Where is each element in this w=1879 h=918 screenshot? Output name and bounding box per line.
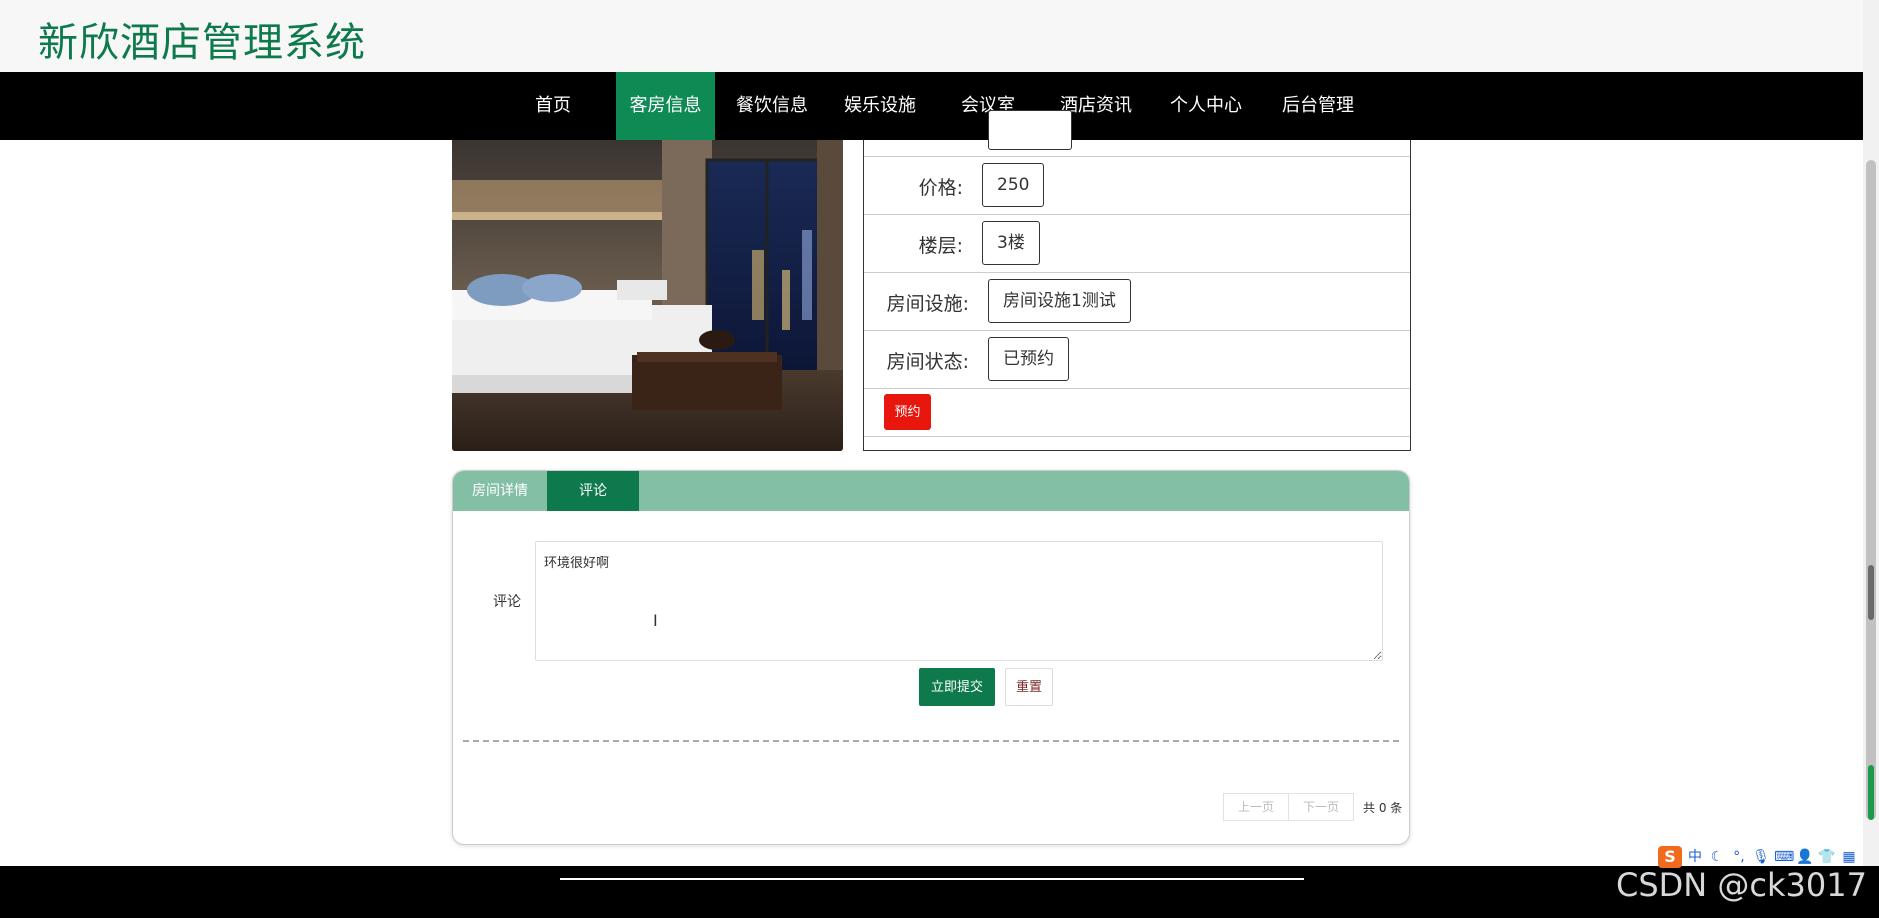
microphone-icon[interactable]: 🎙 — [1752, 846, 1770, 868]
nav-item-admin[interactable]: 后台管理 — [1280, 72, 1356, 140]
info-row-floor: 楼层: 3楼 — [864, 215, 1410, 273]
main-nav: 首页 客房信息 餐饮信息 娱乐设施 会议室 酒店资讯 个人中心 后台管理 — [0, 72, 1863, 140]
reserve-button[interactable]: 预约 — [884, 394, 931, 430]
nav-item-rooms[interactable]: 客房信息 — [616, 72, 715, 140]
keyboard-icon[interactable]: ⌨ — [1774, 846, 1794, 868]
room-photo-illustration — [452, 140, 843, 451]
scroll-marker-gray — [1868, 565, 1874, 620]
room-info-table: 价格: 250 楼层: 3楼 房间设施: 房间设施1测试 房间状态: 已预约 预… — [863, 110, 1411, 451]
scroll-marker-green — [1868, 765, 1874, 820]
punctuation-icon[interactable]: °, — [1730, 846, 1748, 868]
info-value-partial — [988, 110, 1072, 150]
info-row-price: 价格: 250 — [864, 157, 1410, 215]
facilities-label: 房间设施: — [886, 293, 969, 315]
site-title: 新欣酒店管理系统 — [38, 20, 366, 66]
ime-toolbar: S 中 ☾ °, 🎙 ⌨ 👤 👕 ▦ — [1658, 846, 1858, 868]
nav-item-dining[interactable]: 餐饮信息 — [734, 72, 810, 140]
floor-label: 楼层: — [918, 235, 963, 257]
nav-item-entertainment[interactable]: 娱乐设施 — [842, 72, 918, 140]
total-count: 共 0 条 — [1363, 801, 1403, 815]
site-header: 新欣酒店管理系统 — [0, 0, 1863, 72]
price-value: 250 — [982, 163, 1045, 207]
watermark: CSDN @ck3017 — [1616, 866, 1867, 904]
comment-divider — [463, 740, 1399, 742]
price-label: 价格: — [918, 177, 963, 199]
site-footer — [0, 866, 1879, 918]
floor-value: 3楼 — [982, 221, 1040, 265]
info-row-actions — [864, 389, 1410, 437]
grid-icon[interactable]: ▦ — [1840, 846, 1858, 868]
moon-icon[interactable]: ☾ — [1708, 846, 1726, 868]
tab-bar: 房间详情 评论 — [453, 471, 1409, 511]
ime-logo-icon[interactable]: S — [1658, 846, 1682, 868]
info-row-status: 房间状态: 已预约 — [864, 331, 1410, 389]
status-value: 已预约 — [988, 337, 1069, 381]
info-row-partial — [864, 110, 1410, 157]
nav-item-home[interactable]: 首页 — [528, 72, 578, 140]
status-label: 房间状态: — [886, 351, 969, 373]
nav-item-user-center[interactable]: 个人中心 — [1168, 72, 1244, 140]
user-icon[interactable]: 👤 — [1796, 846, 1814, 868]
facilities-value: 房间设施1测试 — [988, 279, 1131, 323]
prev-page-button[interactable]: 上一页 — [1223, 793, 1289, 821]
shirt-icon[interactable]: 👕 — [1818, 846, 1836, 868]
ime-mode-icon[interactable]: 中 — [1686, 846, 1704, 868]
submit-comment-button[interactable]: 立即提交 — [919, 668, 995, 706]
comment-field-label: 评论 — [493, 594, 521, 610]
tab-room-details[interactable]: 房间详情 — [453, 471, 547, 511]
tab-comments[interactable]: 评论 — [547, 471, 639, 511]
scrollbar-thumb[interactable] — [1866, 160, 1876, 820]
page-scrollbar[interactable] — [1863, 0, 1879, 866]
next-page-button[interactable]: 下一页 — [1288, 793, 1354, 821]
room-photo — [452, 140, 843, 451]
info-row-facilities: 房间设施: 房间设施1测试 — [864, 273, 1410, 331]
room-tabs-card: 房间详情 评论 评论 Ι 立即提交 重置 上一页 下一页 共 0 条 — [452, 470, 1410, 845]
reset-comment-button[interactable]: 重置 — [1005, 668, 1053, 706]
text-cursor-icon: Ι — [653, 611, 658, 630]
comment-textarea[interactable] — [535, 541, 1383, 661]
footer-divider — [560, 878, 1304, 880]
